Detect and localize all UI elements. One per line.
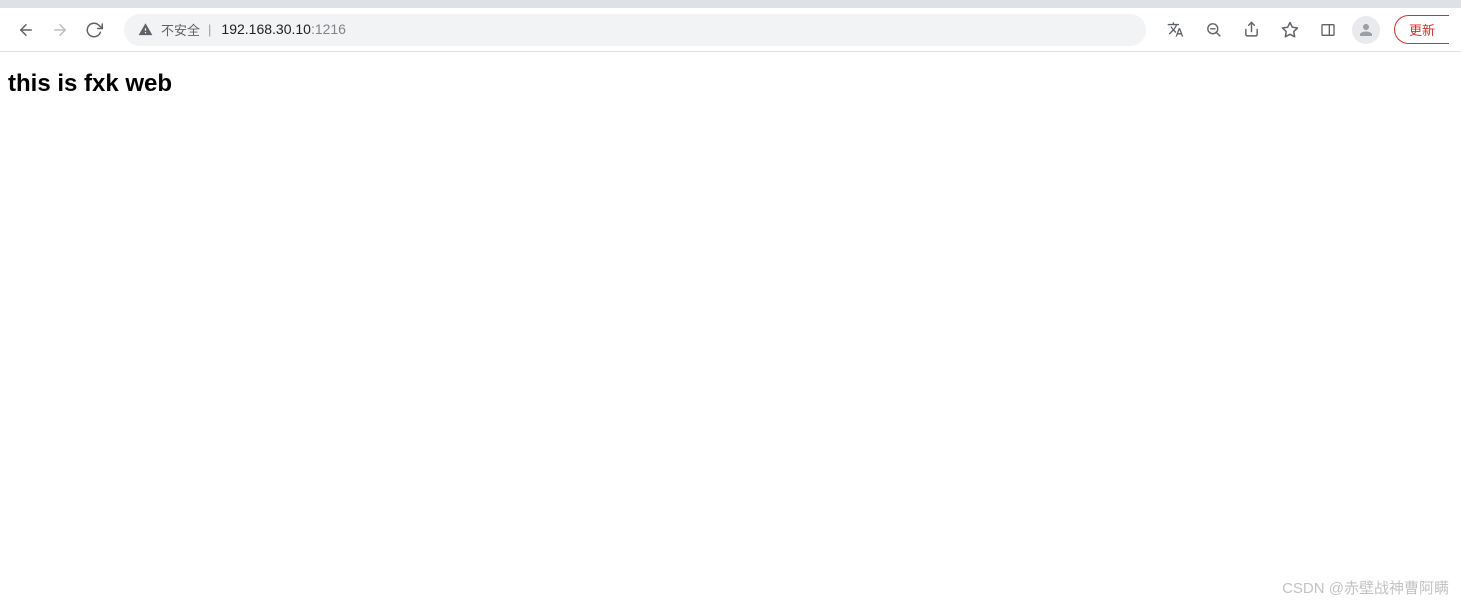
star-icon xyxy=(1281,21,1299,39)
security-divider: | xyxy=(208,22,211,37)
bookmark-button[interactable] xyxy=(1276,16,1304,44)
reload-button[interactable] xyxy=(80,16,108,44)
url-port: :1216 xyxy=(311,21,346,37)
side-panel-button[interactable] xyxy=(1314,16,1342,44)
security-indicator[interactable]: 不安全 | xyxy=(138,20,211,39)
update-button[interactable]: 更新 xyxy=(1394,15,1449,44)
url-display: 192.168.30.10:1216 xyxy=(221,21,346,39)
forward-button[interactable] xyxy=(46,16,74,44)
toolbar-right: 更新 xyxy=(1158,15,1453,44)
browser-toolbar: 不安全 | 192.168.30.10:1216 更新 xyxy=(0,8,1461,52)
nav-buttons xyxy=(8,16,112,44)
share-button[interactable] xyxy=(1238,16,1266,44)
reload-icon xyxy=(85,21,103,39)
arrow-left-icon xyxy=(17,21,35,39)
update-label: 更新 xyxy=(1409,23,1435,38)
zoom-out-icon xyxy=(1205,21,1222,38)
page-heading: this is fxk web xyxy=(8,70,1453,98)
security-label: 不安全 xyxy=(161,20,200,39)
share-icon xyxy=(1243,21,1260,38)
profile-button[interactable] xyxy=(1352,16,1380,44)
person-icon xyxy=(1357,21,1375,39)
translate-icon xyxy=(1167,21,1184,38)
tab-strip xyxy=(0,0,1461,8)
page-content: this is fxk web xyxy=(0,52,1461,116)
panel-icon xyxy=(1320,22,1336,38)
watermark: CSDN @赤壁战神曹阿瞒 xyxy=(1282,577,1449,598)
zoom-button[interactable] xyxy=(1200,16,1228,44)
back-button[interactable] xyxy=(12,16,40,44)
arrow-right-icon xyxy=(51,21,69,39)
translate-button[interactable] xyxy=(1162,16,1190,44)
warning-icon xyxy=(138,22,153,37)
url-host: 192.168.30.10 xyxy=(221,21,311,37)
address-bar[interactable]: 不安全 | 192.168.30.10:1216 xyxy=(124,14,1146,46)
